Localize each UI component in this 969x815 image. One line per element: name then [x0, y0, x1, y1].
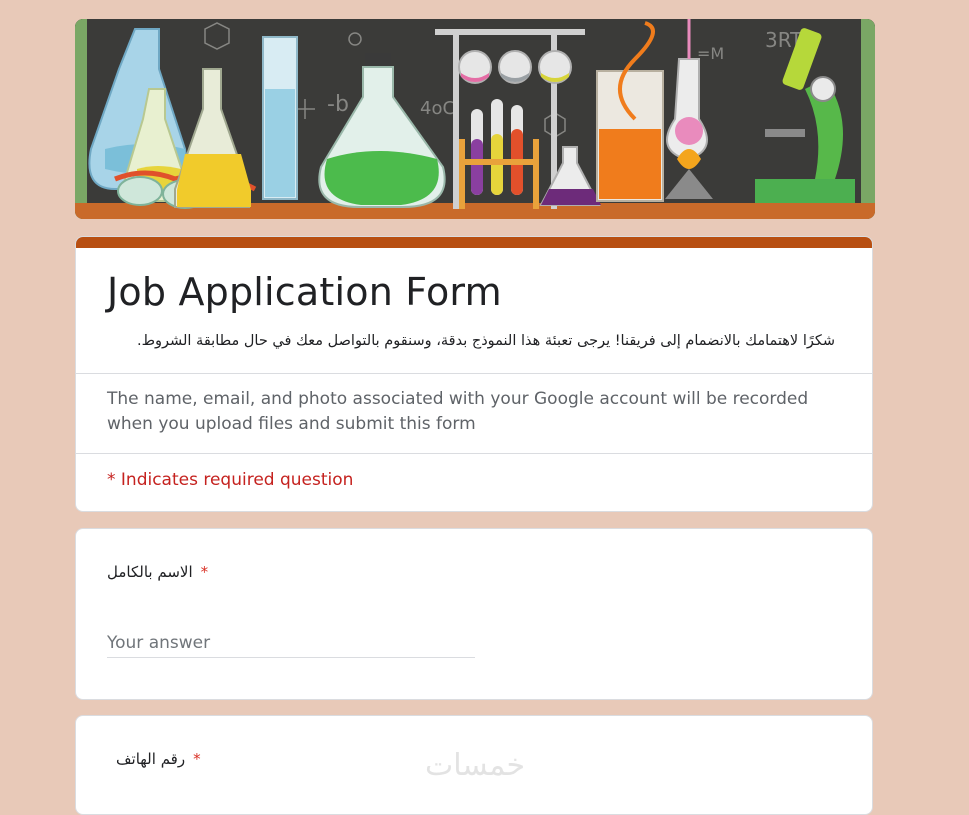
- accent-bar: [76, 237, 872, 248]
- question-card-full-name: * الاسم بالكامل: [75, 528, 873, 700]
- required-question-note: * Indicates required question: [107, 470, 354, 490]
- question-label: * الاسم بالكامل: [107, 563, 208, 581]
- account-notice: The name, email, and photo associated wi…: [107, 389, 809, 434]
- svg-text:4oC: 4oC: [420, 98, 455, 119]
- required-asterisk: *: [200, 563, 209, 581]
- watermark-logo: خمسات: [425, 748, 526, 783]
- form-title: Job Application Form: [107, 270, 502, 314]
- form-description: شكرًا لاهتمامك بالانضمام إلى فريقنا! يرج…: [137, 333, 835, 349]
- form-header-card: Job Application Form شكرًا لاهتمامك بالا…: [75, 236, 873, 512]
- divider: [76, 453, 872, 454]
- question-title: الاسم بالكامل: [107, 563, 193, 581]
- question-label: * رقم الهاتف: [116, 750, 201, 768]
- question-title: رقم الهاتف: [116, 750, 186, 768]
- svg-text:-b: -b: [327, 92, 349, 117]
- full-name-input[interactable]: [107, 629, 475, 658]
- required-asterisk: *: [193, 750, 201, 768]
- header-banner-image: -b 4oC =M 3RT: [75, 19, 875, 219]
- svg-text:=M: =M: [697, 44, 724, 63]
- divider: [76, 373, 872, 374]
